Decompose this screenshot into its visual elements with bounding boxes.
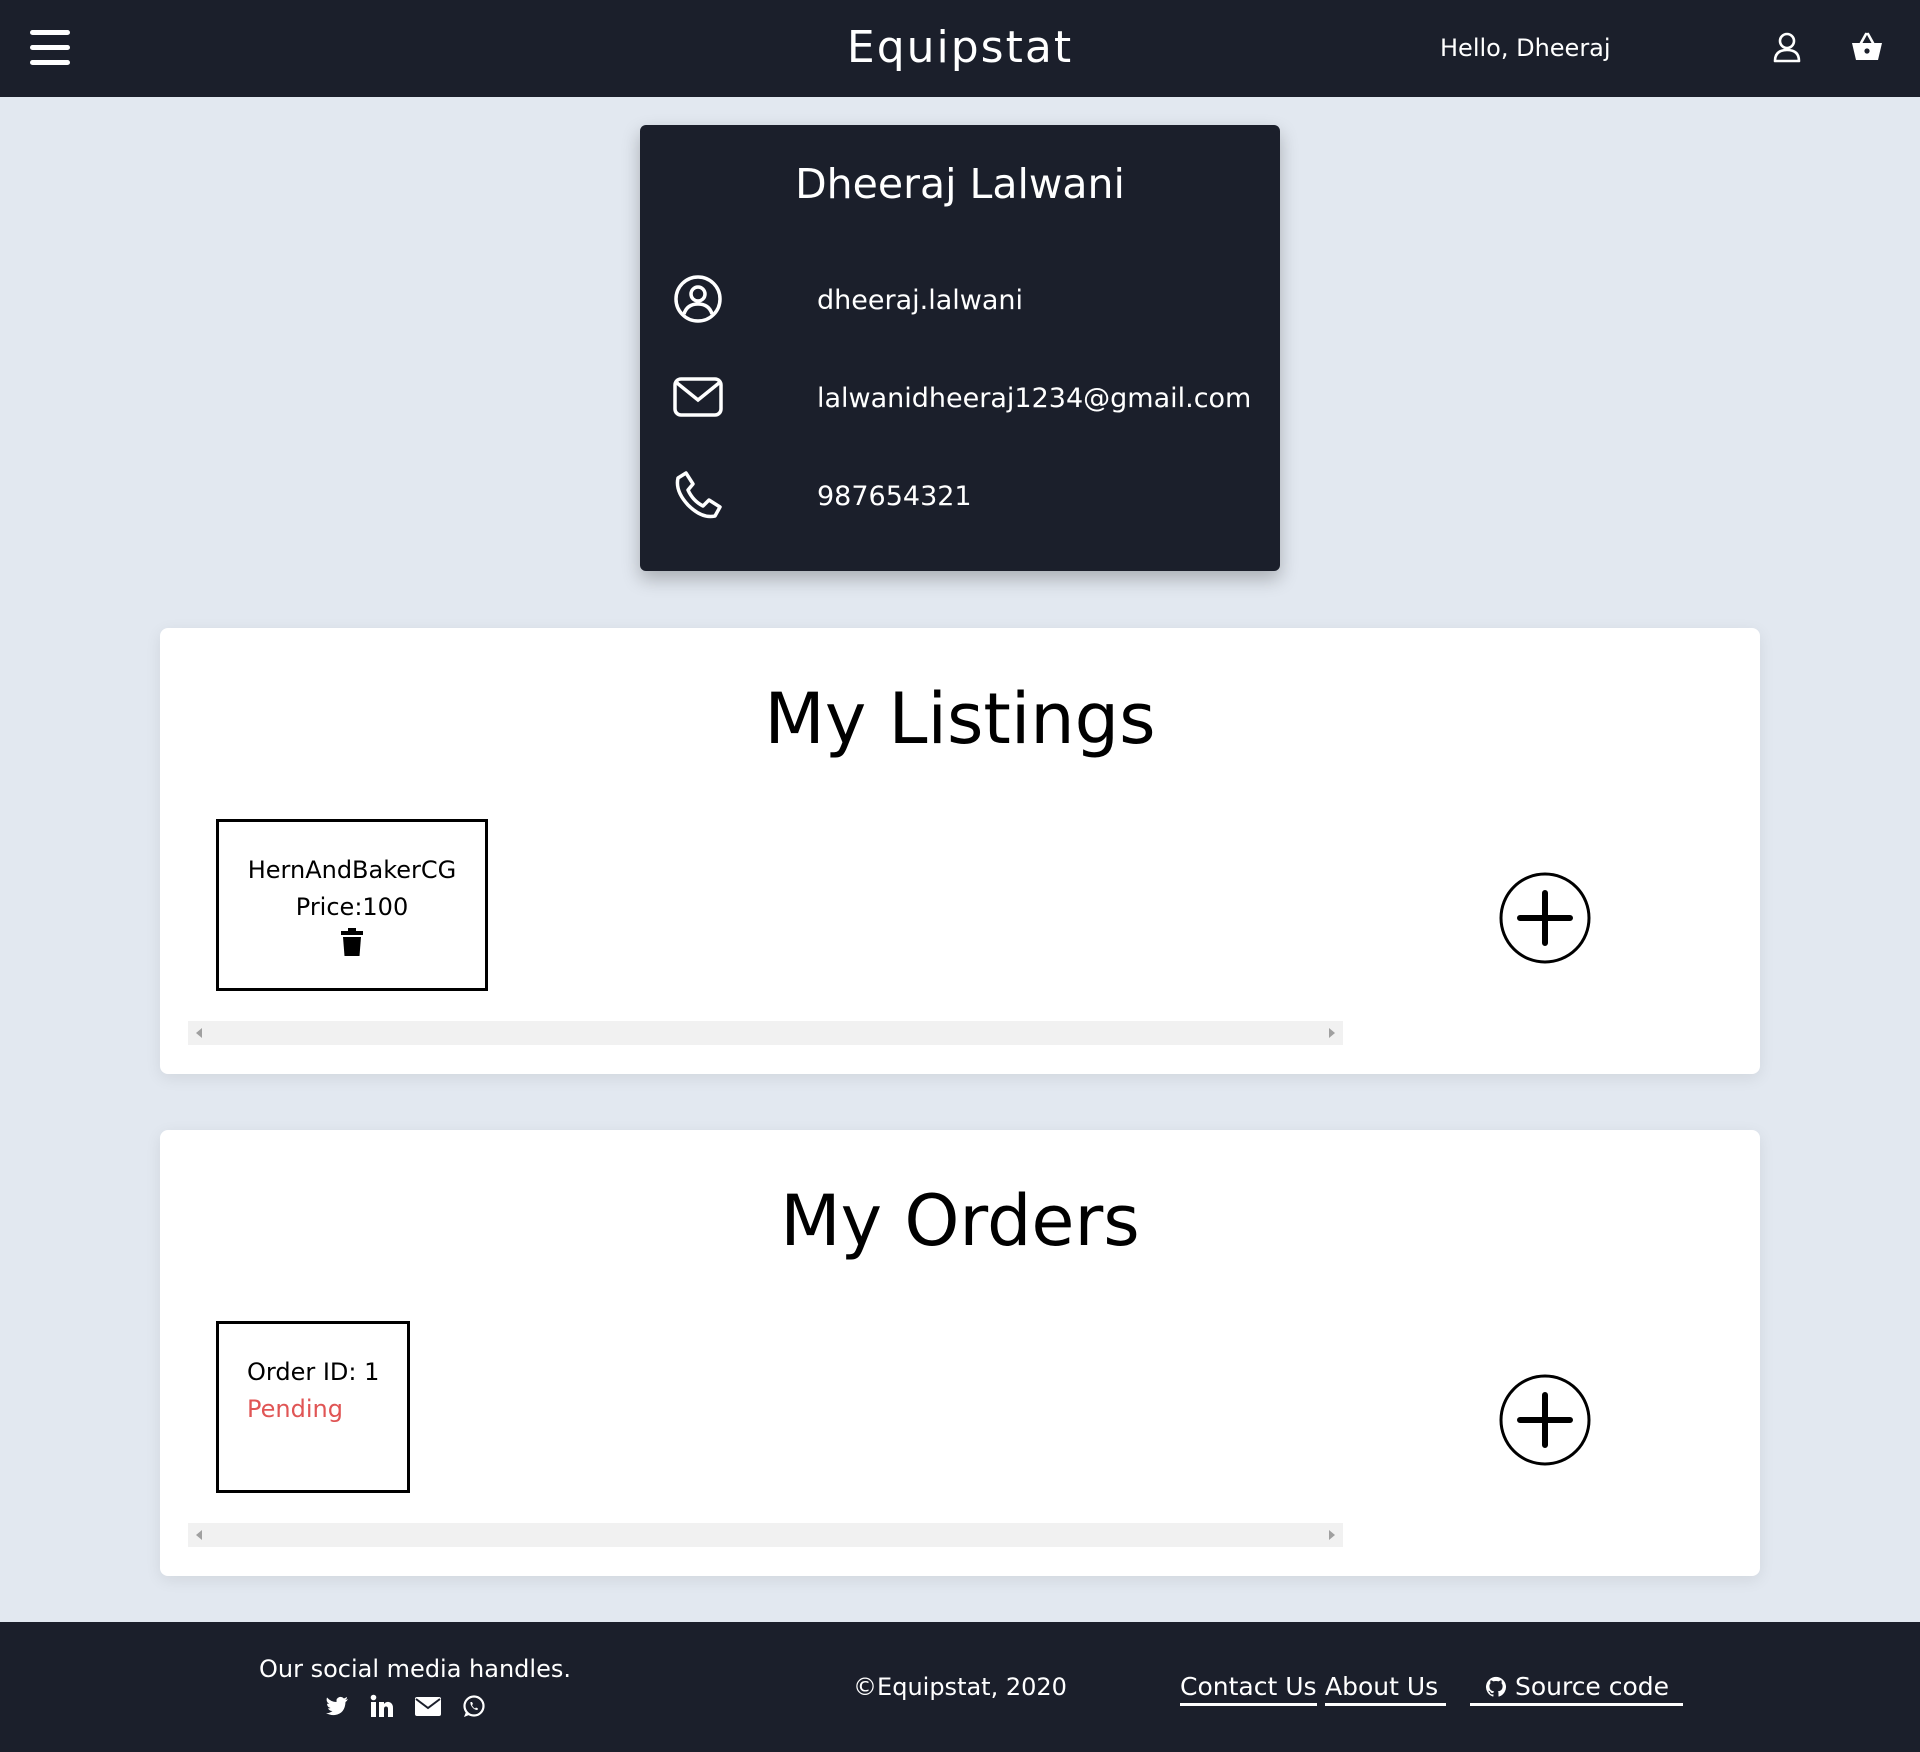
top-navbar: Equipstat Hello, Dheeraj xyxy=(0,0,1920,97)
profile-email: lalwanidheeraj1234@gmail.com xyxy=(817,383,1252,414)
plus-circle-icon xyxy=(1499,872,1591,964)
listing-price: Price:100 xyxy=(295,893,409,921)
footer: Our social media handles. ©Equipstat, 20… xyxy=(0,1622,1920,1752)
source-code-link[interactable]: Source code xyxy=(1470,1672,1684,1706)
twitter-icon[interactable] xyxy=(325,1694,349,1722)
listing-card[interactable]: HernAndBakerCG Price:100 xyxy=(216,819,488,991)
my-orders-title: My Orders xyxy=(780,1180,1140,1262)
github-icon xyxy=(1485,1676,1507,1697)
whatsapp-icon[interactable] xyxy=(462,1694,486,1722)
scroll-right-arrow-icon[interactable] xyxy=(1329,1530,1335,1540)
profile-phone: 987654321 xyxy=(817,481,972,512)
order-card[interactable]: Order ID: 1 Pending xyxy=(216,1321,410,1493)
social-caption: Our social media handles. xyxy=(259,1655,571,1683)
profile-username-row: dheeraj.lalwani xyxy=(672,273,1272,329)
trash-icon[interactable] xyxy=(341,928,363,967)
user-icon[interactable] xyxy=(1770,30,1804,64)
phone-icon xyxy=(675,471,722,519)
order-id: Order ID: 1 xyxy=(247,1358,380,1386)
source-code-label: Source code xyxy=(1514,1672,1670,1701)
listings-horizontal-scrollbar[interactable] xyxy=(188,1021,1343,1045)
order-status: Pending xyxy=(247,1395,343,1423)
linkedin-icon[interactable] xyxy=(370,1694,394,1722)
copyright-text: ©Equipstat, 2020 xyxy=(853,1673,1067,1701)
profile-phone-row: 987654321 xyxy=(672,469,1272,525)
profile-email-row: lalwanidheeraj1234@gmail.com xyxy=(672,371,1272,427)
profile-card: Dheeraj Lalwani dheeraj.lalwani lalwanid… xyxy=(640,125,1280,571)
add-order-button[interactable] xyxy=(1498,1373,1592,1467)
scroll-left-arrow-icon[interactable] xyxy=(196,1530,202,1540)
user-circle-icon xyxy=(674,275,722,323)
social-icons xyxy=(320,1694,510,1726)
shopping-basket-icon[interactable] xyxy=(1850,30,1884,64)
profile-username: dheeraj.lalwani xyxy=(817,285,1023,316)
scroll-left-arrow-icon[interactable] xyxy=(196,1028,202,1038)
my-orders-section: My Orders Order ID: 1 Pending xyxy=(160,1130,1760,1576)
brand-title[interactable]: Equipstat xyxy=(0,22,1920,73)
plus-circle-icon xyxy=(1499,1374,1591,1466)
my-listings-section: My Listings HernAndBakerCG Price:100 xyxy=(160,628,1760,1074)
listing-name: HernAndBakerCG xyxy=(247,856,457,884)
user-greeting: Hello, Dheeraj xyxy=(1440,34,1611,62)
contact-us-link[interactable]: Contact Us xyxy=(1180,1672,1317,1706)
profile-name: Dheeraj Lalwani xyxy=(795,160,1125,208)
envelope-icon[interactable] xyxy=(414,1694,442,1722)
mail-icon xyxy=(673,377,723,417)
my-listings-title: My Listings xyxy=(764,678,1156,760)
scroll-right-arrow-icon[interactable] xyxy=(1329,1028,1335,1038)
about-us-link[interactable]: About Us xyxy=(1325,1672,1447,1706)
orders-horizontal-scrollbar[interactable] xyxy=(188,1523,1343,1547)
add-listing-button[interactable] xyxy=(1498,871,1592,965)
